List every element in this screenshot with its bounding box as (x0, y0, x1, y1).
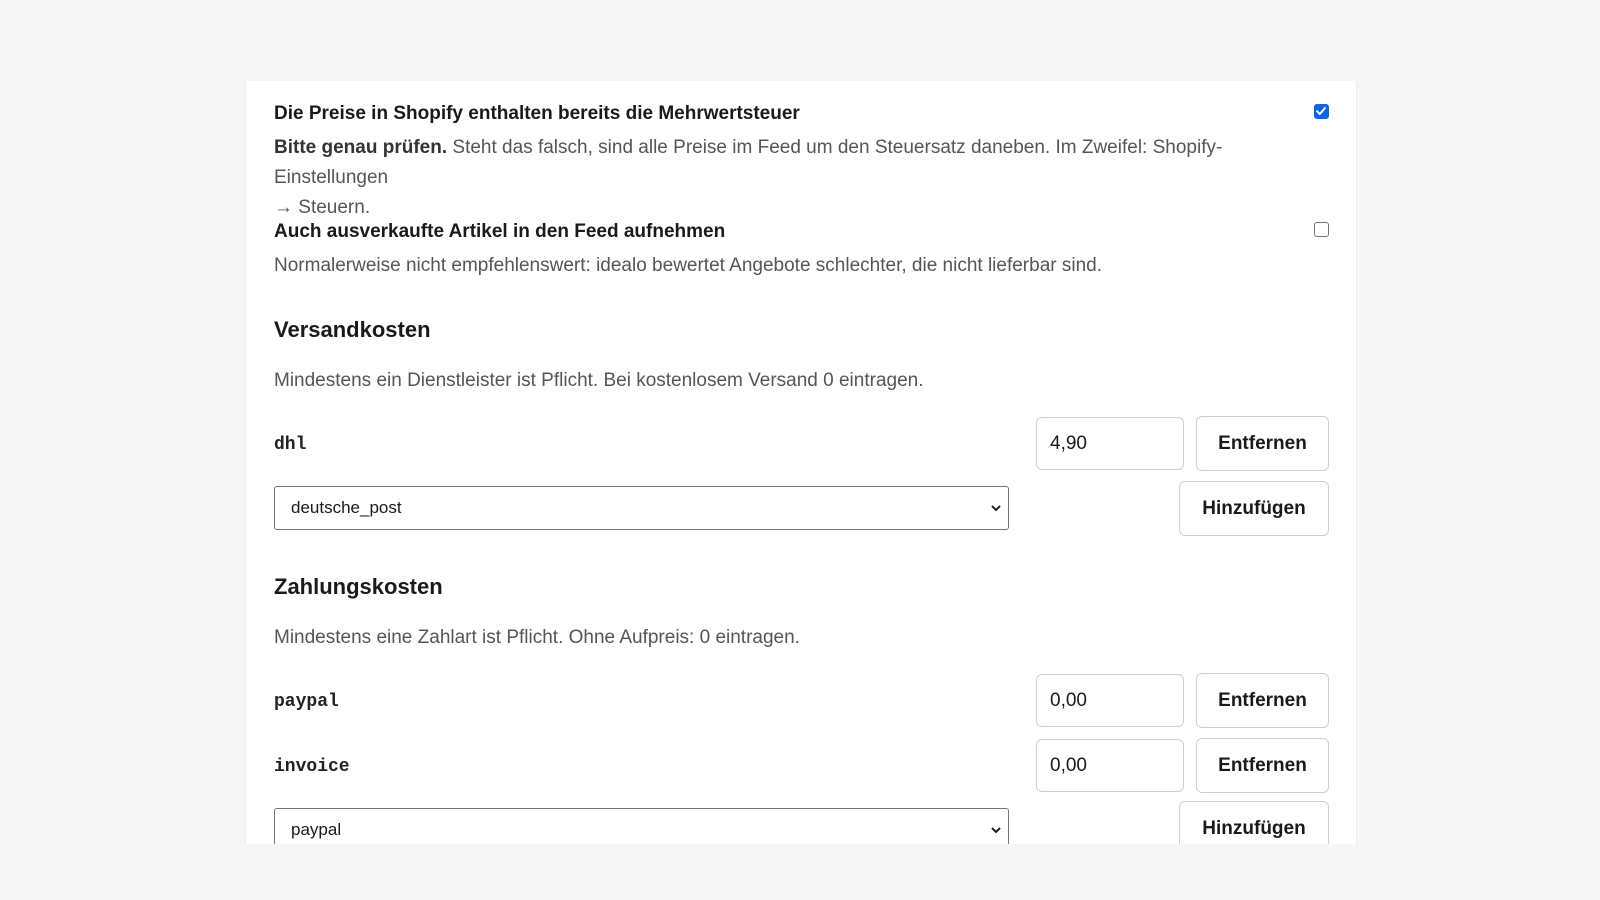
payment-amount-input-paypal[interactable]: 0,00 (1036, 674, 1184, 727)
payment-row-code-invoice: invoice (274, 757, 350, 777)
payment-remove-button-invoice[interactable]: Entfernen (1196, 738, 1329, 793)
payment-description: Mindestens eine Zahlart ist Pflicht. Ohn… (274, 627, 800, 648)
payment-add-button[interactable]: Hinzufügen (1179, 801, 1329, 844)
payment-heading: Zahlungskosten (274, 574, 443, 599)
check-icon (1316, 107, 1326, 115)
shipping-remove-button[interactable]: Entfernen (1196, 416, 1329, 471)
tax-included-checkbox[interactable] (1314, 104, 1329, 119)
payment-row-code-paypal: paypal (274, 692, 339, 712)
shipping-add-button[interactable]: Hinzufügen (1179, 481, 1329, 536)
soldout-description: Normalerweise nicht empfehlenswert: idea… (274, 255, 1103, 276)
payment-select-value: paypal (291, 820, 342, 839)
tax-included-description: Bitte genau prüfen. Steht das falsch, si… (274, 133, 1334, 223)
chevron-down-icon (991, 827, 1001, 834)
shipping-heading: Versandkosten (274, 317, 431, 342)
tax-included-label: Die Preise in Shopify enthalten bereits … (274, 103, 800, 124)
settings-card: Die Preise in Shopify enthalten bereits … (245, 81, 1357, 844)
payment-amount-input-invoice[interactable]: 0,00 (1036, 739, 1184, 792)
payment-remove-button-paypal[interactable]: Entfernen (1196, 673, 1329, 728)
tax-warning-text-2: → Steuern. (274, 197, 371, 218)
shipping-provider-select[interactable]: deutsche_post (274, 486, 1009, 530)
shipping-amount-input[interactable]: 4,90 (1036, 417, 1184, 470)
shipping-select-value: deutsche_post (291, 498, 402, 517)
chevron-down-icon (991, 505, 1001, 512)
payment-method-select[interactable]: paypal (274, 808, 1009, 844)
tax-warning-strong: Bitte genau prüfen. (274, 137, 448, 158)
soldout-label: Auch ausverkaufte Artikel in den Feed au… (274, 221, 726, 242)
shipping-row-code: dhl (274, 435, 307, 455)
shipping-description: Mindestens ein Dienstleister ist Pflicht… (274, 370, 924, 391)
soldout-checkbox[interactable] (1314, 222, 1329, 237)
